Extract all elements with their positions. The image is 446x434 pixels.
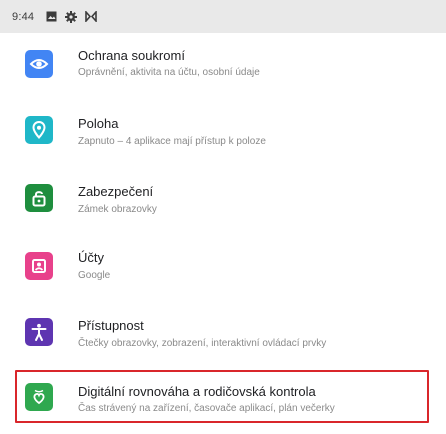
settings-item-subtitle: Google <box>78 270 111 281</box>
accessibility-icon <box>25 318 53 346</box>
status-bar: 9:44 <box>0 0 446 33</box>
location-pin-icon <box>25 116 53 144</box>
privacy-eye-icon <box>25 50 53 78</box>
settings-item-title: Účty <box>78 250 104 265</box>
settings-item-title: Ochrana soukromí <box>78 48 185 63</box>
account-icon <box>25 252 53 280</box>
settings-item-subtitle: Zapnuto – 4 aplikace mají přístup k polo… <box>78 136 266 147</box>
cast-icon <box>84 10 98 24</box>
settings-item-accounts[interactable]: Účty Google <box>0 238 446 302</box>
highlight-box <box>15 370 429 423</box>
image-icon <box>44 10 58 24</box>
settings-item-location[interactable]: Poloha Zapnuto – 4 aplikace mají přístup… <box>0 104 446 168</box>
gear-icon <box>64 10 78 24</box>
settings-item-security[interactable]: Zabezpečení Zámek obrazovky <box>0 172 446 236</box>
settings-item-title: Přístupnost <box>78 318 144 333</box>
settings-item-subtitle: Čtečky obrazovky, zobrazení, interaktivn… <box>78 338 327 349</box>
settings-item-privacy[interactable]: Ochrana soukromí Oprávnění, aktivita na … <box>0 36 446 100</box>
settings-item-subtitle: Oprávnění, aktivita na účtu, osobní údaj… <box>78 67 260 78</box>
settings-item-title: Zabezpečení <box>78 184 154 199</box>
settings-item-subtitle: Zámek obrazovky <box>78 204 157 215</box>
lock-icon <box>25 184 53 212</box>
settings-item-accessibility[interactable]: Přístupnost Čtečky obrazovky, zobrazení,… <box>0 304 446 368</box>
status-time: 9:44 <box>12 10 35 23</box>
settings-item-title: Poloha <box>78 116 119 131</box>
